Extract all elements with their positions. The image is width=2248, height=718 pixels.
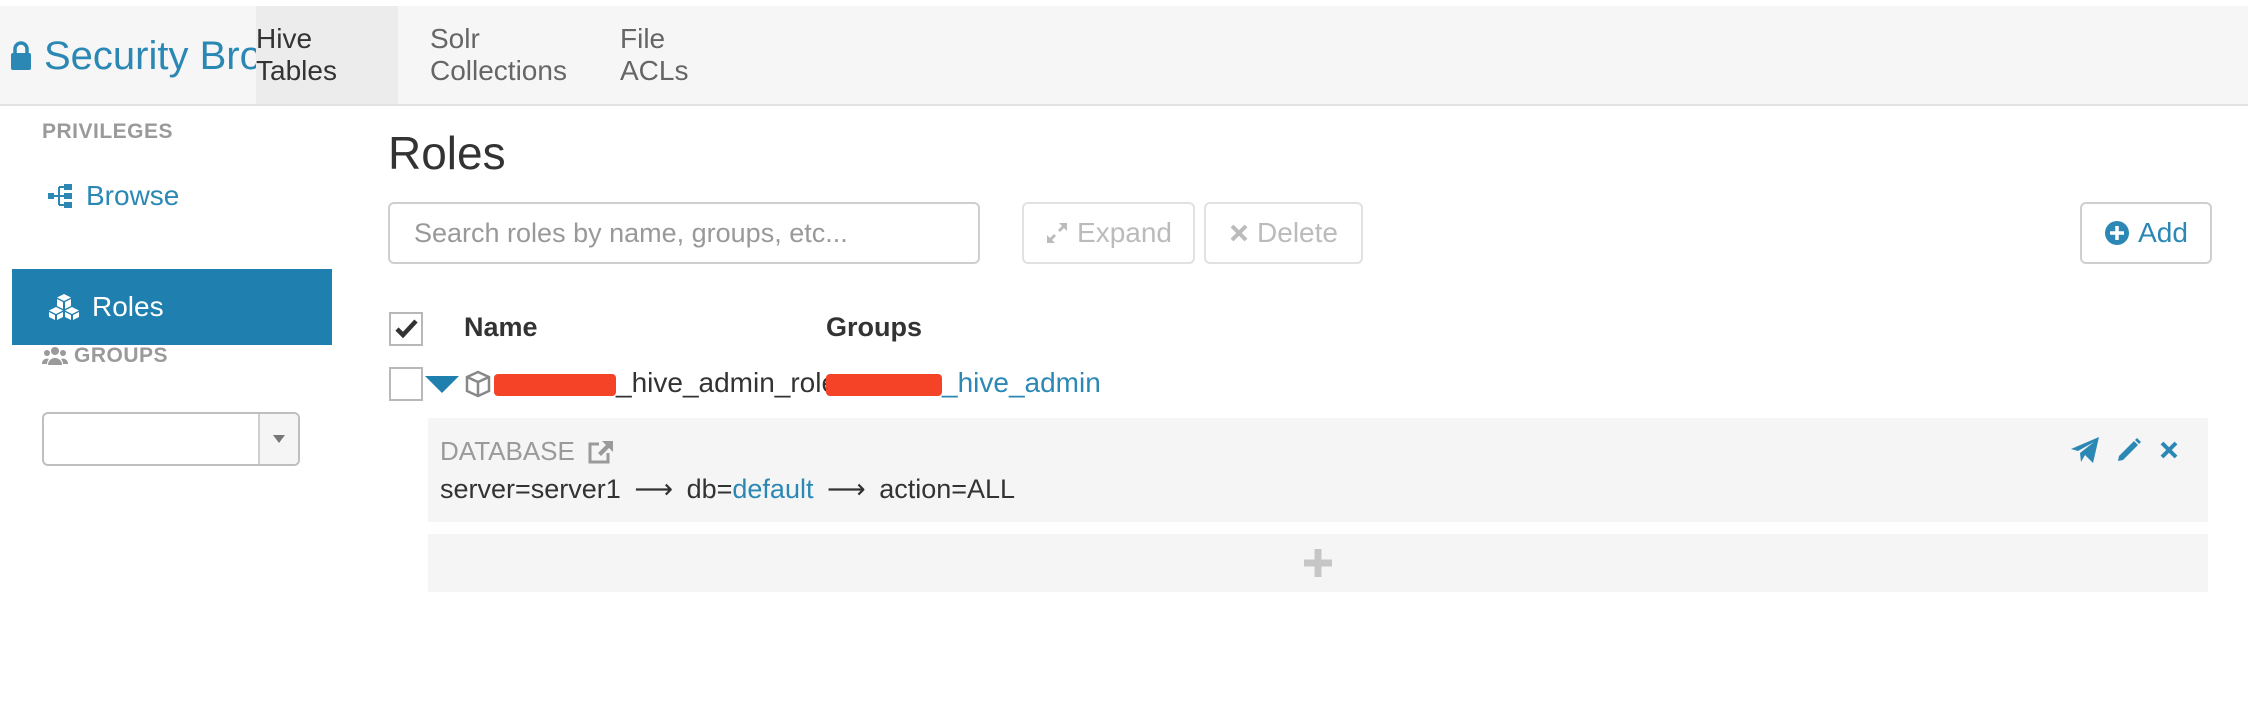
sitemap-icon [48,183,74,209]
redacted-mark [494,373,616,396]
sidebar-item-browse-label: Browse [86,180,180,211]
sidebar-item-roles[interactable]: Roles [12,269,332,345]
role-name[interactable]: _hive_admin_role [494,367,837,399]
tab-hive-tables[interactable]: Hive Tables [256,6,398,104]
search-roles-input[interactable] [388,202,980,264]
sidebar: PRIVILEGES Browse Roles GROUPS [0,106,340,718]
privilege-item: DATABASE server=server1 ⟶ db=default ⟶ a… [428,418,2208,522]
plus-circle-icon [2104,220,2130,246]
privilege-type-label: DATABASE [440,436,575,466]
privilege-action: action=ALL [879,474,1016,504]
privilege-server: server=server1 [440,474,621,504]
delete-button-label: Delete [1257,217,1338,248]
cubes-icon [48,293,80,321]
privilege-db-prefix: db= [686,474,733,504]
column-header-groups[interactable]: Groups [826,312,922,343]
groups-select[interactable] [42,412,300,466]
remove-icon[interactable] [2158,436,2180,464]
role-group-link[interactable]: _hive_admin [942,367,1101,398]
arrow-right-icon: ⟶ [826,474,866,504]
tab-solr-collections[interactable]: Solr Collections [430,6,572,104]
sidebar-item-browse[interactable]: Browse [12,158,332,234]
expand-icon [1045,221,1069,245]
tab-file-acls[interactable]: File ACLs [620,6,712,104]
tab-file-acls-label: File ACLs [620,23,689,86]
tab-solr-collections-label: Solr Collections [430,23,567,86]
delete-button[interactable]: Delete [1204,202,1363,264]
check-icon [395,319,418,339]
caret-down-icon[interactable] [425,374,459,399]
tab-hive-tables-label: Hive Tables [256,23,337,86]
groups-header: GROUPS [42,344,168,368]
select-all-checkbox[interactable] [389,312,423,346]
privilege-type: DATABASE [440,436,615,467]
role-groups[interactable]: _hive_admin [826,367,1101,399]
edit-icon[interactable] [2116,436,2142,464]
column-header-name[interactable]: Name [464,312,538,343]
privilege-actions [2070,436,2180,464]
sidebar-item-roles-label: Roles [92,291,164,322]
privilege-path: server=server1 ⟶ db=default ⟶ action=ALL [440,474,1015,505]
users-icon [42,347,68,365]
plus-icon [1304,549,1332,577]
privilege-db-link[interactable]: default [732,474,813,504]
add-privilege-button[interactable] [428,534,2208,592]
lock-icon [11,41,31,70]
expand-button-label: Expand [1077,217,1172,248]
cube-icon [464,370,492,403]
add-role-button[interactable]: Add [2080,202,2212,264]
close-icon [1229,223,1249,243]
chevron-down-icon [258,414,298,464]
send-icon[interactable] [2070,436,2100,464]
role-name-suffix: _hive_admin_role [616,367,838,398]
arrow-right-icon: ⟶ [634,474,674,504]
row-checkbox[interactable] [389,367,423,401]
redacted-mark [826,373,942,396]
privileges-header: PRIVILEGES [42,120,174,143]
expand-button[interactable]: Expand [1022,202,1195,264]
add-role-button-label: Add [2138,217,2188,248]
top-navbar: Security Browser Hive Tables Solr Collec… [0,6,2248,106]
external-link-icon[interactable] [587,439,615,465]
page-title: Roles [388,127,506,179]
